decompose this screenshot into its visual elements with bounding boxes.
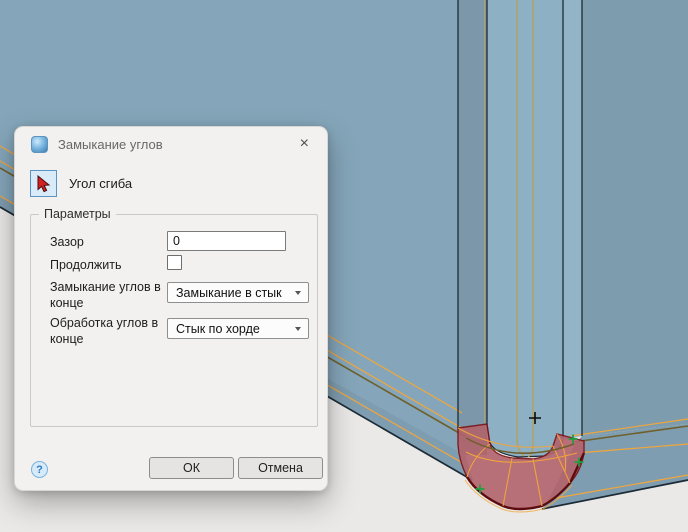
end-treatment-label: Обработка углов в конце bbox=[50, 315, 164, 347]
gap-label: Зазор bbox=[50, 234, 164, 250]
end-treatment-select[interactable]: Стык по хорде bbox=[167, 318, 309, 339]
red-cursor-arrow-icon bbox=[36, 175, 52, 193]
sheet-face-right bbox=[582, 0, 688, 436]
close-icon[interactable]: × bbox=[296, 134, 313, 154]
dialog-title: Замыкание углов bbox=[58, 137, 296, 152]
dialog-titlebar: Замыкание углов × bbox=[15, 127, 327, 161]
corner-seam-dialog: Замыкание углов × Угол сгиба Параметры З… bbox=[14, 126, 328, 491]
parameters-legend: Параметры bbox=[39, 207, 116, 221]
gap-input[interactable] bbox=[167, 231, 286, 251]
sheet-band-light bbox=[563, 0, 582, 440]
sheet-band-dark bbox=[458, 0, 487, 455]
end-closure-label: Замыкание углов в конце bbox=[50, 279, 164, 311]
cancel-button[interactable]: Отмена bbox=[238, 457, 323, 479]
select-bend-corner-button[interactable] bbox=[30, 170, 57, 197]
chevron-down-icon bbox=[295, 327, 301, 331]
continue-label: Продолжить bbox=[50, 257, 164, 273]
chevron-down-icon bbox=[295, 291, 301, 295]
app-icon bbox=[31, 136, 48, 153]
continue-checkbox[interactable] bbox=[167, 255, 182, 270]
tool-label: Угол сгиба bbox=[69, 170, 132, 197]
ok-button[interactable]: ОК bbox=[149, 457, 234, 479]
end-treatment-value: Стык по хорде bbox=[176, 322, 260, 336]
sheet-band-slot bbox=[487, 0, 563, 457]
end-closure-select[interactable]: Замыкание в стык bbox=[167, 282, 309, 303]
end-closure-value: Замыкание в стык bbox=[176, 286, 282, 300]
help-button[interactable]: ? bbox=[31, 461, 48, 478]
